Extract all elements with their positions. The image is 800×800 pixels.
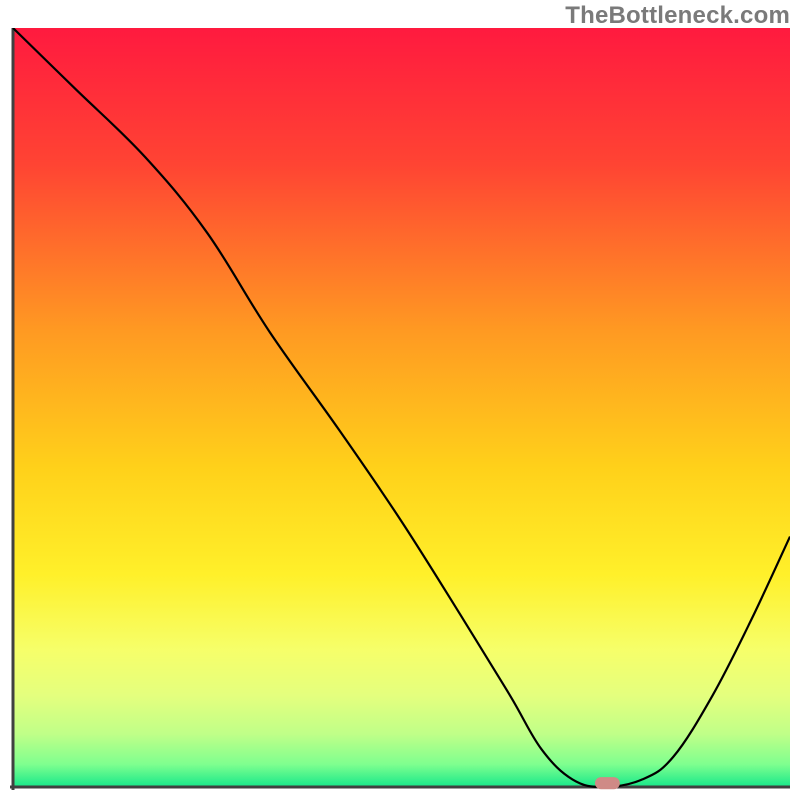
- watermark-text: TheBottleneck.com: [565, 2, 790, 30]
- bottleneck-chart: [10, 28, 790, 790]
- chart-container: TheBottleneck.com: [0, 0, 800, 800]
- optimal-marker: [595, 777, 620, 789]
